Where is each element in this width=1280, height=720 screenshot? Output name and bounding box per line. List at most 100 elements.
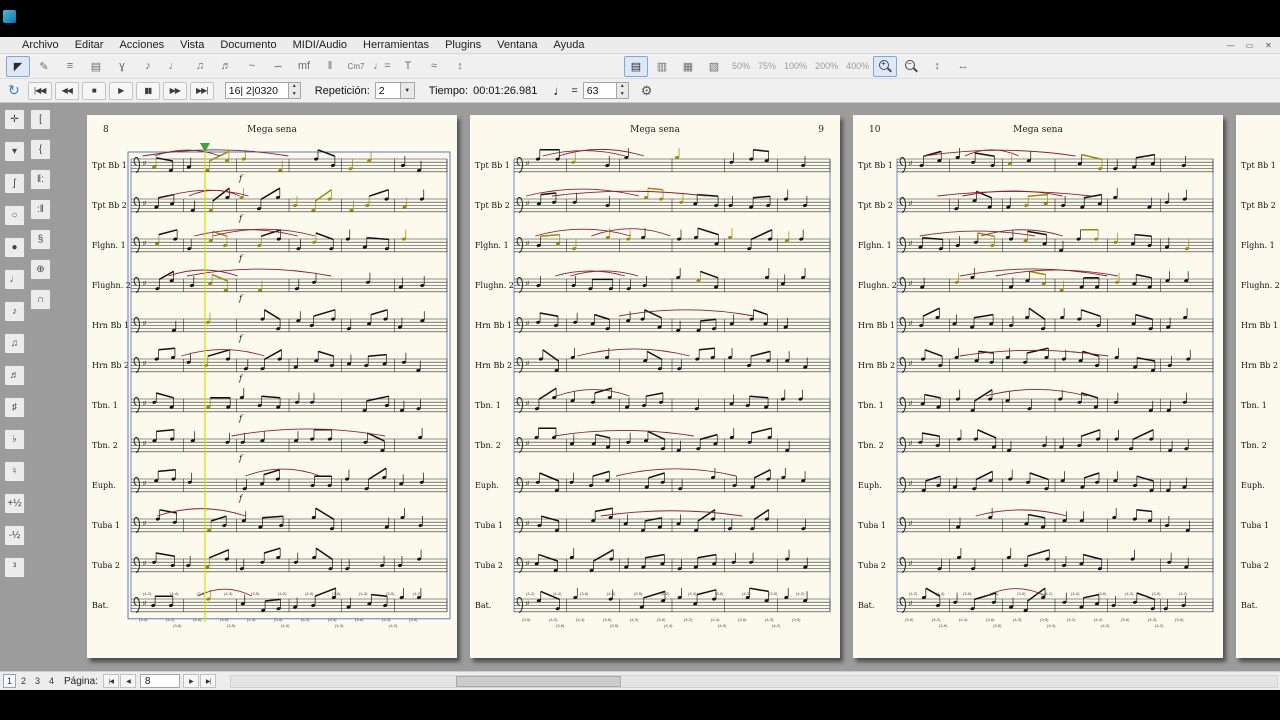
skip-start-button[interactable]: |◀◀ <box>27 81 52 100</box>
text-tool[interactable]: T <box>396 56 420 77</box>
palette-quarter-note[interactable]: ♩ <box>4 269 25 290</box>
position-display[interactable]: 16| 2|0320 <box>224 82 289 99</box>
select-tool[interactable]: ◤ <box>6 55 30 77</box>
grace-note-tool[interactable]: ♩ <box>162 56 186 77</box>
fast-forward-button[interactable]: ▶▶ <box>162 81 187 100</box>
score-page-9[interactable]: Mega sena 9 Tpt Bb 1 Tpt Bb 2 Flghn. 1 Flughn… <box>470 115 840 658</box>
first-page-button[interactable]: |◀ <box>102 674 119 688</box>
page-tab-3[interactable]: 3 <box>31 674 44 688</box>
palette-lower-half[interactable]: -½ <box>4 525 25 546</box>
palette-sixteenth-notes[interactable]: ♬ <box>4 365 25 386</box>
dynamics-tool[interactable]: mf <box>292 56 316 77</box>
palette-select[interactable]: ✛ <box>4 109 25 130</box>
menu-item-vista[interactable]: Vista <box>172 38 212 52</box>
tempo-spinner[interactable]: ▲ ▼ <box>616 82 629 99</box>
stop-button[interactable]: ■ <box>81 81 106 100</box>
palette-repeat-start[interactable]: ‖: <box>30 169 51 190</box>
palette-eighth-note[interactable]: ♪ <box>4 301 25 322</box>
note-tool[interactable]: ♪ <box>136 56 160 77</box>
zoom-preset-50[interactable]: 50% <box>728 61 754 71</box>
tuplet-tool[interactable]: ♬ <box>214 56 238 77</box>
palette-raise-half[interactable]: +½ <box>4 493 25 514</box>
align-tool[interactable]: ≡ <box>58 56 82 77</box>
score-page-next-edge[interactable]: Tpt Bb 1 Tpt Bb 2 Flghn. 1 Flughn. 2 Hrn Bb … <box>1236 115 1280 658</box>
menu-item-acciones[interactable]: Acciones <box>111 38 172 52</box>
sheet-music[interactable]: ♯f♯f♯f♯f♯f♯f♯f♯f♯f♯♯♯(3-5)(4-2)(4-2)(3-6… <box>87 115 457 658</box>
beam-tool[interactable]: ♫ <box>188 56 212 77</box>
palette-tuplet[interactable]: ³ <box>4 557 25 578</box>
palette-marker[interactable]: ▾ <box>4 141 25 162</box>
sheet-music[interactable]: ♯♯♯♯♯♯♯♯♯♯♯♯(3-5)(4-2)(4-2)(3-6)(4-4)(4-… <box>470 115 840 658</box>
minimize-button[interactable]: — <box>1222 38 1239 52</box>
score-page-10[interactable]: Mega sena 10 Tpt Bb 1 Tpt Bb 2 Flghn. 1 Flugh… <box>853 115 1223 658</box>
close-button[interactable]: ✕ <box>1260 38 1277 52</box>
zoom-preset-200[interactable]: 200% <box>811 61 842 71</box>
palette-coda[interactable]: ⊕ <box>30 259 51 280</box>
ornament-tool[interactable]: ∽ <box>266 56 290 77</box>
repeat-select[interactable]: 2 <box>374 82 401 99</box>
loop-playback-icon[interactable]: ↻ <box>8 82 20 99</box>
palette-sharp[interactable]: ♯ <box>4 397 25 418</box>
menu-item-ayuda[interactable]: Ayuda <box>546 38 593 52</box>
palette-fermata[interactable]: ∩ <box>30 289 51 310</box>
score-layout-icon[interactable]: ▤ <box>624 55 648 77</box>
palette-clef[interactable]: ʃ <box>4 173 25 194</box>
page-tab-1[interactable]: 1 <box>3 674 16 688</box>
sheet-music[interactable]: ♯♯♯♯♯♯♯♯♯♯♯♯(3-5)(4-2)(4-2)(3-6)(4-4)(4-… <box>853 115 1223 658</box>
staff-view-icon[interactable]: ▦ <box>676 56 700 77</box>
page-number-input[interactable]: 8 <box>139 674 180 688</box>
tempo-tool[interactable]: ♩= <box>370 56 394 77</box>
rest-tool[interactable]: ɣ <box>110 56 134 77</box>
slur-tool[interactable]: ~ <box>240 56 264 77</box>
menu-item-ventana[interactable]: Ventana <box>489 38 545 52</box>
menu-item-archivo[interactable]: Archivo <box>14 38 67 52</box>
insert-tool[interactable]: ✎ <box>32 56 56 77</box>
palette-segno[interactable]: § <box>30 229 51 250</box>
page-tab-2[interactable]: 2 <box>17 674 30 688</box>
zoom-preset-100[interactable]: 100% <box>780 61 811 71</box>
palette-repeat-end[interactable]: :‖ <box>30 199 51 220</box>
palette-half-note[interactable]: ● <box>4 237 25 258</box>
palette-beamed-notes[interactable]: ♫ <box>4 333 25 354</box>
next-page-button[interactable]: ▶ <box>182 674 199 688</box>
zoom-preset-75[interactable]: 75% <box>754 61 780 71</box>
palette-bracket[interactable]: [ <box>30 109 51 130</box>
horizontal-scrollbar-thumb[interactable] <box>456 676 621 687</box>
zoom-preset-400[interactable]: 400% <box>842 61 873 71</box>
gear-icon[interactable]: ⚙ <box>641 83 653 99</box>
position-spinner[interactable]: ▲ ▼ <box>288 82 301 99</box>
pause-button[interactable]: ▮▮ <box>135 81 160 100</box>
menu-item-editar[interactable]: Editar <box>67 38 112 52</box>
palette-whole-note[interactable]: ○ <box>4 205 25 226</box>
palette-brace[interactable]: { <box>30 139 51 160</box>
palette-flat[interactable]: ♭ <box>4 429 25 450</box>
prev-page-button[interactable]: ◀ <box>119 674 136 688</box>
menu-item-documento[interactable]: Documento <box>212 38 284 52</box>
glissando-tool[interactable]: ≈ <box>422 56 446 77</box>
skip-end-button[interactable]: ▶▶| <box>189 81 214 100</box>
repeat-dropdown-icon[interactable]: ▼ <box>400 82 415 99</box>
anchor-tool[interactable]: ↕ <box>448 56 472 77</box>
menu-item-herramientas[interactable]: Herramientas <box>355 38 437 52</box>
chord-tool[interactable]: Cm7 <box>344 56 368 77</box>
menu-item-midi-audio[interactable]: MIDI/Audio <box>285 38 355 52</box>
menu-item-plugins[interactable]: Plugins <box>437 38 489 52</box>
mixer-icon[interactable]: ▥ <box>650 56 674 77</box>
score-canvas[interactable]: ✛▾ʃ○●♩♪♫♬♯♭♮+½-½³ [{‖::‖§⊕∩ Mega sena 8 Tp… <box>0 103 1280 671</box>
zoom-in-icon[interactable]: + <box>873 55 898 77</box>
score-page-8[interactable]: Mega sena 8 Tpt Bb 1 Tpt Bb 2 Flghn. 1 Flughn… <box>87 115 457 658</box>
fit-width-icon[interactable]: ↔ <box>951 56 975 77</box>
restore-button[interactable]: ▭ <box>1241 38 1258 52</box>
staff-tool[interactable]: ▤ <box>84 56 108 77</box>
rewind-button[interactable]: ◀◀ <box>54 81 79 100</box>
page-view-icon[interactable]: ▧ <box>702 56 726 77</box>
zoom-out-icon[interactable]: − <box>899 56 923 77</box>
palette-natural[interactable]: ♮ <box>4 461 25 482</box>
barline-tool[interactable]: ‖ <box>318 56 342 77</box>
horizontal-scrollbar[interactable] <box>230 675 1278 688</box>
page-tab-4[interactable]: 4 <box>45 674 58 688</box>
tempo-input[interactable]: 63 <box>582 82 617 99</box>
fit-height-icon[interactable]: ↕ <box>925 56 949 77</box>
last-page-button[interactable]: ▶| <box>199 674 216 688</box>
play-button[interactable]: ▶ <box>108 81 133 100</box>
